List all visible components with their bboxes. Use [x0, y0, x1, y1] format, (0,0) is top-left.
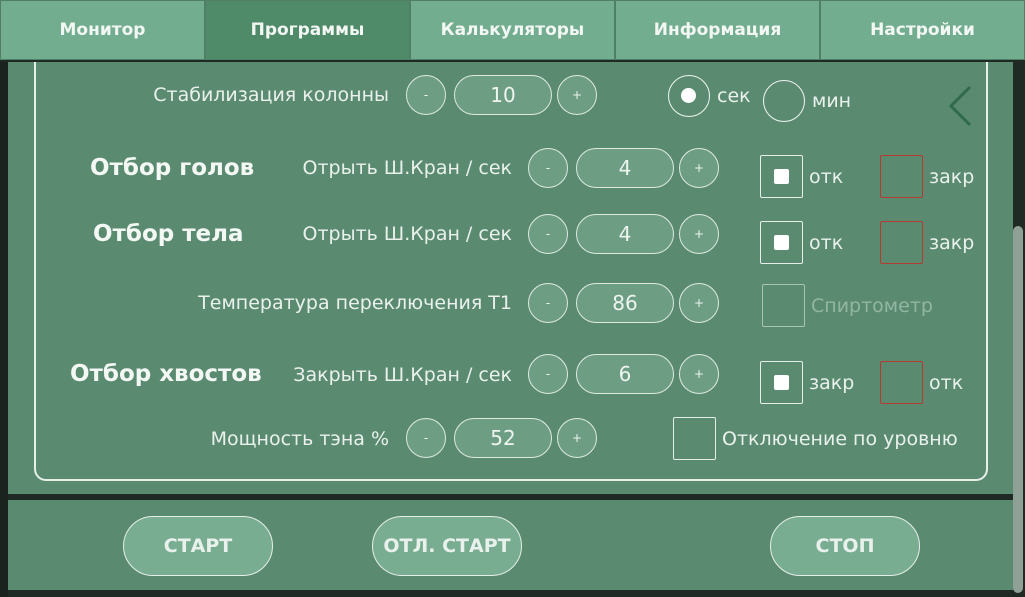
- tab-bar: Монитор Программы Калькуляторы Информаци…: [0, 0, 1025, 62]
- body-open-checkbox[interactable]: [760, 221, 803, 264]
- radio-minutes[interactable]: [763, 80, 805, 122]
- body-label: Отрыть Ш.Кран / сек: [302, 223, 512, 245]
- heads-title: Отбор голов: [90, 155, 255, 181]
- switch-temp-value[interactable]: 86: [576, 283, 674, 323]
- heads-open-checkbox[interactable]: [760, 155, 803, 198]
- switch-temp-label: Температура переключения Т1: [198, 292, 512, 314]
- body-value[interactable]: 4: [576, 214, 674, 254]
- heads-value[interactable]: 4: [576, 148, 674, 188]
- alcoholmeter-label: Спиртометр: [811, 295, 933, 317]
- start-button[interactable]: СТАРТ: [123, 516, 273, 576]
- stabilization-minus-button[interactable]: -: [406, 75, 446, 115]
- body-open-label: отк: [809, 232, 844, 254]
- body-minus-button[interactable]: -: [528, 214, 568, 254]
- tab-calculators[interactable]: Калькуляторы: [410, 0, 615, 60]
- heads-label: Отрыть Ш.Кран / сек: [302, 157, 512, 179]
- checkbox-checked-mark: [774, 169, 789, 184]
- tails-close-checkbox[interactable]: [760, 361, 803, 404]
- heater-power-value[interactable]: 52: [454, 418, 552, 458]
- heads-minus-button[interactable]: -: [528, 148, 568, 188]
- tab-information[interactable]: Информация: [615, 0, 820, 60]
- radio-seconds-label: сек: [717, 85, 751, 107]
- tab-programs[interactable]: Программы: [205, 0, 410, 60]
- body-close-label: закр: [929, 232, 975, 254]
- stabilization-value[interactable]: 10: [454, 75, 552, 115]
- delayed-start-button[interactable]: ОТЛ. СТАРТ: [372, 516, 522, 576]
- tails-title: Отбор хвостов: [70, 361, 262, 387]
- tab-settings[interactable]: Настройки: [820, 0, 1025, 60]
- heads-open-label: отк: [809, 166, 844, 188]
- level-shutdown-label: Отключение по уровню: [722, 428, 958, 450]
- heads-plus-button[interactable]: +: [679, 148, 719, 188]
- heater-power-label: Мощность тэна %: [210, 428, 389, 450]
- heads-close-label: закр: [929, 166, 975, 188]
- alcoholmeter-checkbox[interactable]: [762, 284, 805, 327]
- tails-minus-button[interactable]: -: [528, 354, 568, 394]
- tails-close-label: закр: [809, 372, 855, 394]
- tails-plus-button[interactable]: +: [679, 354, 719, 394]
- left-edge: [0, 62, 8, 597]
- scrollbar[interactable]: [1013, 226, 1023, 593]
- switch-temp-plus-button[interactable]: +: [679, 283, 719, 323]
- body-plus-button[interactable]: +: [679, 214, 719, 254]
- radio-seconds[interactable]: [668, 75, 710, 117]
- heater-power-minus-button[interactable]: -: [406, 418, 446, 458]
- tab-monitor[interactable]: Монитор: [0, 0, 205, 60]
- stabilization-label: Стабилизация колонны: [153, 84, 389, 106]
- tails-open-label: отк: [929, 372, 964, 394]
- checkbox-checked-mark: [774, 375, 789, 390]
- heater-power-plus-button[interactable]: +: [557, 418, 597, 458]
- radio-minutes-label: мин: [812, 90, 852, 112]
- chevron-left-icon[interactable]: [944, 84, 978, 128]
- body-close-checkbox[interactable]: [880, 221, 923, 264]
- tails-label: Закрыть Ш.Кран / сек: [293, 364, 512, 386]
- switch-temp-minus-button[interactable]: -: [528, 283, 568, 323]
- radio-selected-dot: [681, 88, 696, 103]
- body-title: Отбор тела: [93, 221, 244, 247]
- heads-close-checkbox[interactable]: [880, 155, 923, 198]
- stabilization-plus-button[interactable]: +: [557, 75, 597, 115]
- level-shutdown-checkbox[interactable]: [673, 417, 716, 460]
- checkbox-checked-mark: [774, 235, 789, 250]
- tails-open-checkbox[interactable]: [880, 361, 923, 404]
- stop-button[interactable]: СТОП: [770, 516, 920, 576]
- tails-value[interactable]: 6: [576, 354, 674, 394]
